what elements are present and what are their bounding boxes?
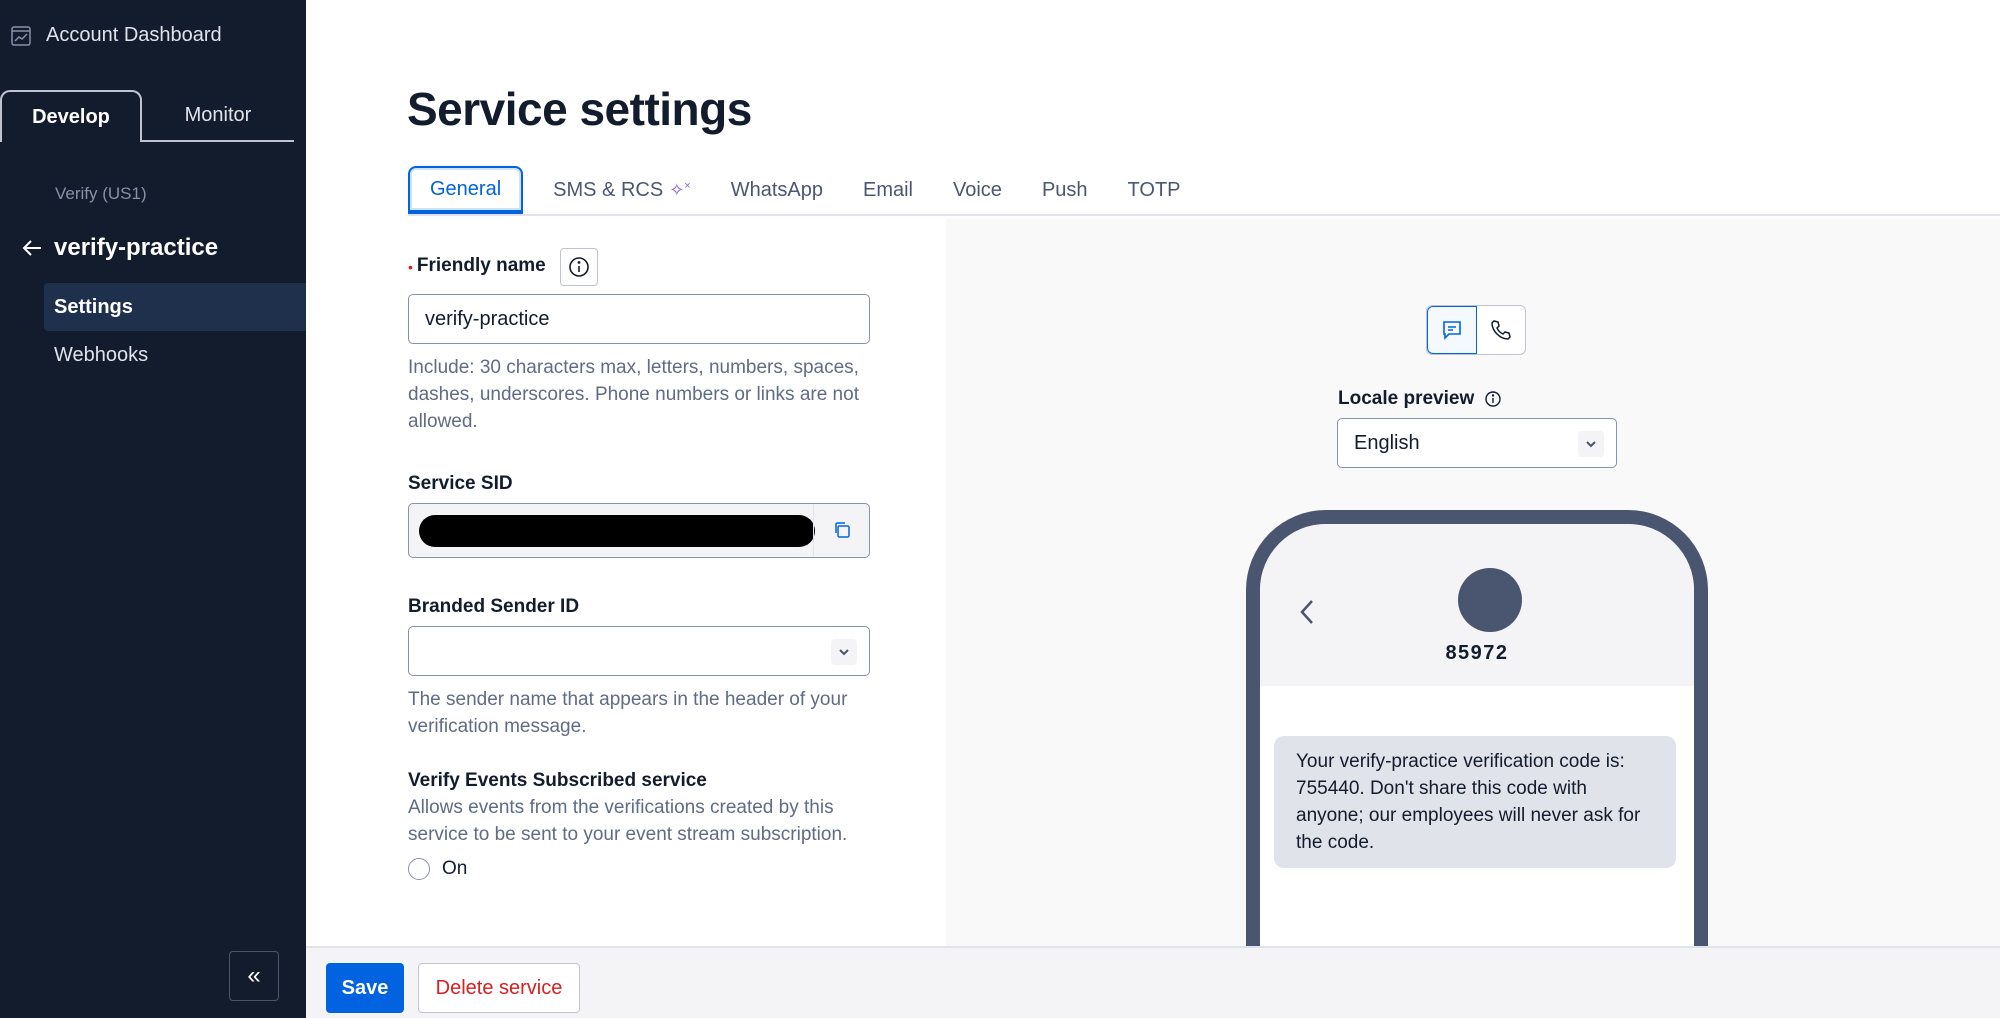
service-sid-redacted — [419, 514, 815, 547]
chat-bubble-icon — [1443, 321, 1461, 340]
service-sid-label: Service SID — [408, 473, 513, 494]
sender-avatar — [1458, 568, 1522, 632]
verify-events-help: Allows events from the verifications cre… — [408, 797, 848, 845]
tab-label: Voice — [953, 178, 1002, 201]
tab-label: Push — [1041, 178, 1088, 201]
copy-icon — [834, 522, 850, 538]
locale-preview-label: Locale preview — [1338, 388, 1475, 409]
branded-sender-label: Branded Sender ID — [408, 596, 580, 617]
radio-circle[interactable] — [408, 858, 430, 880]
dashboard-chart-icon — [11, 25, 31, 46]
page-title: Service settings — [407, 83, 752, 135]
info-icon — [569, 257, 589, 277]
phone-icon — [1491, 320, 1511, 340]
footer-actions: Save Delete service — [306, 946, 2000, 1018]
locale-value: English — [1354, 431, 1420, 454]
sms-preview-button[interactable] — [1427, 306, 1477, 354]
sidebar-item-webhooks[interactable]: Webhooks — [44, 331, 306, 379]
tab-sms-rcs[interactable]: SMS & RCS ✧× — [533, 166, 711, 214]
collapse-sidebar-button[interactable]: « — [229, 951, 279, 1001]
chevron-down-icon — [831, 639, 857, 665]
sidebar: Account Dashboard Develop Monitor Verify… — [0, 0, 306, 1018]
friendly-name-label: Friendly name — [416, 255, 546, 277]
arrow-left-icon — [22, 240, 41, 256]
tab-develop[interactable]: Develop — [0, 90, 142, 142]
tab-label: General — [430, 177, 502, 200]
tab-whatsapp[interactable]: WhatsApp — [711, 166, 843, 214]
phone-header: 85972 — [1260, 524, 1694, 686]
service-name: verify-practice — [54, 234, 219, 261]
tab-push[interactable]: Push — [1022, 166, 1108, 214]
required-indicator: • — [408, 259, 413, 275]
sparkle-icon: ✧× — [669, 179, 691, 200]
service-back-link[interactable]: verify-practice — [20, 234, 218, 262]
friendly-name-info-button[interactable] — [560, 248, 599, 286]
phone-mockup: 85972 Your verify-practice verification … — [1246, 510, 1708, 946]
tab-label: WhatsApp — [730, 178, 823, 201]
general-settings-form: • Friendly name verify-practice Include: … — [408, 218, 948, 880]
tab-totp[interactable]: TOTP — [1108, 166, 1201, 214]
tab-general[interactable]: General — [408, 166, 524, 214]
chevron-left-icon — [1300, 600, 1313, 624]
tab-label: SMS & RCS — [553, 178, 664, 201]
double-chevron-left-icon: « — [247, 962, 261, 989]
sms-message-bubble: Your verify-practice verification code i… — [1274, 736, 1676, 868]
friendly-name-input[interactable]: verify-practice — [408, 294, 870, 344]
preview-channel-toggle — [1426, 305, 1526, 355]
verify-events-on-radio[interactable]: On — [408, 858, 948, 880]
settings-tabs: General SMS & RCS ✧× WhatsApp Email Voice… — [408, 166, 2000, 216]
save-button[interactable]: Save — [326, 963, 404, 1013]
friendly-name-label-row: • Friendly name — [408, 248, 948, 286]
voice-preview-button[interactable] — [1477, 306, 1525, 354]
friendly-name-help: Include: 30 characters max, letters, num… — [408, 357, 859, 432]
service-sid-field[interactable] — [408, 503, 870, 558]
sidebar-item-settings[interactable]: Settings — [44, 283, 306, 331]
tab-email[interactable]: Email — [843, 166, 933, 214]
branded-sender-select[interactable] — [408, 626, 870, 676]
sender-number: 85972 — [1445, 642, 1509, 664]
radio-label: On — [442, 858, 468, 879]
tab-voice[interactable]: Voice — [933, 166, 1022, 214]
tab-monitor[interactable]: Monitor — [142, 90, 294, 142]
sidebar-tabs: Develop Monitor — [0, 90, 294, 142]
info-icon[interactable] — [1484, 390, 1502, 408]
delete-service-button[interactable]: Delete service — [418, 963, 580, 1013]
tab-label: TOTP — [1127, 178, 1181, 201]
account-dashboard-link[interactable]: Account Dashboard — [10, 24, 222, 47]
account-dashboard-label: Account Dashboard — [46, 24, 222, 46]
main-content: Service settings General SMS & RCS ✧× Wha… — [306, 0, 2000, 1018]
breadcrumb-verify[interactable]: Verify (US1) — [55, 184, 147, 204]
chevron-down-icon — [1578, 431, 1604, 457]
branded-sender-help: The sender name that appears in the head… — [408, 689, 848, 737]
locale-preview-select[interactable]: English — [1337, 418, 1617, 468]
locale-preview-label-row: Locale preview — [1338, 388, 1502, 410]
copy-sid-button[interactable] — [813, 504, 869, 556]
tab-label: Email — [862, 178, 913, 201]
verify-events-label: Verify Events Subscribed service — [408, 770, 707, 791]
